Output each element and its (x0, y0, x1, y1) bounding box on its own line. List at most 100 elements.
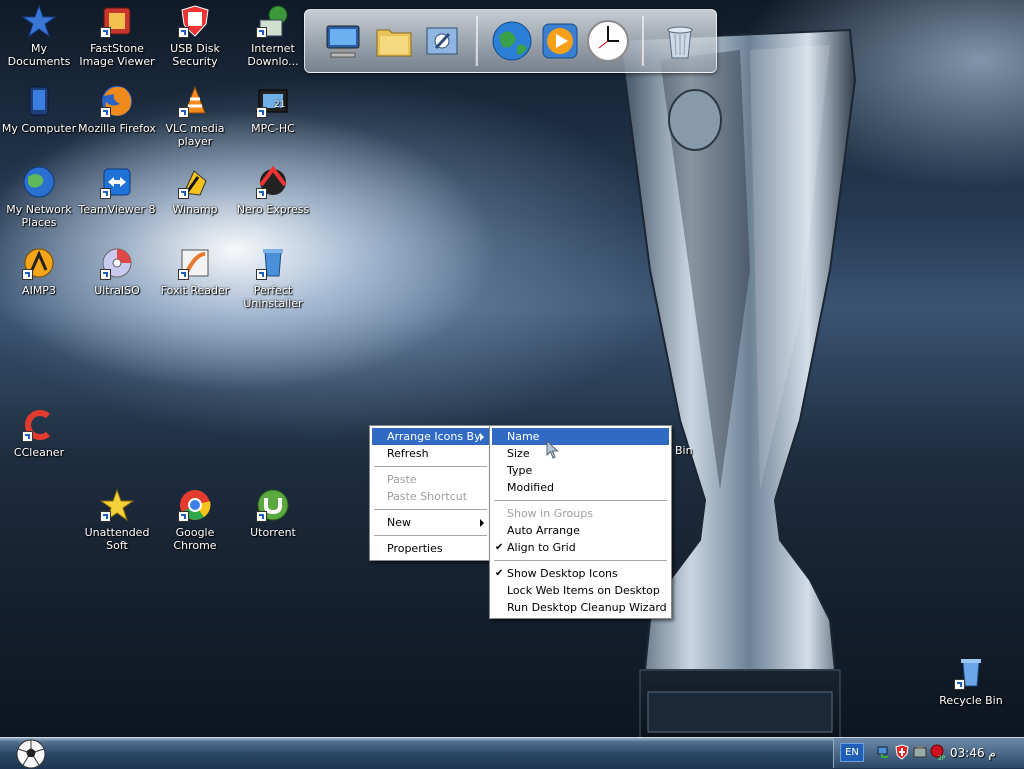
menu-item-name[interactable]: Name (492, 428, 669, 445)
desktop-icon-label: UltraISO (94, 284, 140, 297)
menu-separator (374, 466, 487, 467)
menu-item-label: Modified (507, 481, 554, 494)
menu-item-label: Paste (387, 473, 417, 486)
menu-item-auto-arrange[interactable]: Auto Arrange (492, 522, 669, 539)
desktop-icon-label: CCleaner (13, 446, 65, 459)
desktop-icon-usb-disk-security[interactable]: USB Disk Security (156, 4, 234, 68)
desktop-icon-ultraiso[interactable]: UltraISO (78, 246, 156, 297)
desktop-icon-faststone-image-viewer[interactable]: FastStone Image Viewer (78, 4, 156, 68)
desktop-icon-unattended-soft[interactable]: Unattended Soft (78, 488, 156, 552)
desktop-icon-mozilla-firefox[interactable]: Mozilla Firefox (78, 84, 156, 135)
dock-globe-icon[interactable] (489, 18, 535, 64)
menu-separator (374, 535, 487, 536)
menu-item-label: Show in Groups (507, 507, 593, 520)
shortcut-arrow-icon (256, 188, 267, 199)
desktop-icon-foxit-reader[interactable]: Foxit Reader (156, 246, 234, 297)
menu-item-properties[interactable]: Properties (372, 540, 489, 557)
dock-clock-icon[interactable] (585, 18, 631, 64)
menu-item-show-in-groups[interactable]: Show in Groups (492, 505, 669, 522)
menu-item-label: Paste Shortcut (387, 490, 468, 503)
image-viewer-icon (100, 4, 134, 38)
film-icon: 21 (256, 84, 290, 118)
dock-separator (475, 16, 478, 66)
menu-item-label: Arrange Icons By (387, 430, 481, 443)
desktop-icon-my-computer[interactable]: My Computer (0, 84, 78, 135)
desktop-icon-my-documents[interactable]: My Documents (0, 4, 78, 68)
start-button-soccer-ball-icon[interactable] (16, 739, 46, 769)
desktop-icon-aimp3[interactable]: AIMP3 (0, 246, 78, 297)
menu-item-show-desktop-icons[interactable]: Show Desktop Icons ✔ (492, 565, 669, 582)
menu-item-type[interactable]: Type (492, 462, 669, 479)
shortcut-arrow-icon (256, 27, 267, 38)
desktop-icon-vlc-media-player[interactable]: VLC media player (156, 84, 234, 148)
antivirus-shield-icon[interactable] (894, 744, 910, 760)
dock-recycle-bin-icon[interactable] (657, 18, 703, 64)
nero-icon (256, 165, 290, 199)
ccleaner-icon (22, 408, 56, 442)
language-indicator[interactable]: EN (840, 743, 864, 762)
trophy-wallpaper (618, 28, 857, 740)
menu-item-arrange-icons-by[interactable]: Arrange Icons By (372, 428, 489, 445)
desktop-icon-internet-downlo[interactable]: Internet Downlo... (234, 4, 312, 68)
menu-item-label: Refresh (387, 447, 429, 460)
desktop-icon-teamviewer-8[interactable]: TeamViewer 8 (78, 165, 156, 216)
menu-item-new[interactable]: New (372, 514, 489, 531)
menu-separator (494, 500, 667, 501)
download-globe-icon (256, 4, 290, 38)
desktop-icon-label: My Computer (1, 122, 77, 135)
desktop-icon-ccleaner[interactable]: CCleaner (0, 408, 78, 459)
teamviewer-icon (100, 165, 134, 199)
shortcut-arrow-icon (22, 269, 33, 280)
dock-media-player-icon[interactable] (537, 18, 583, 64)
safely-remove-icon[interactable] (912, 744, 928, 760)
desktop-icon-google-chrome[interactable]: Google Chrome (156, 488, 234, 552)
menu-item-label: Name (507, 430, 540, 443)
desktop-icon-utorrent[interactable]: Utorrent (234, 488, 312, 539)
desktop-icon-label: Google Chrome (173, 526, 217, 552)
computer-icon (22, 84, 56, 118)
checkmark-icon: ✔ (495, 568, 504, 579)
uninstaller-icon (256, 246, 290, 280)
dock-folder-icon[interactable] (371, 18, 417, 64)
menu-item-run-desktop-cleanup-wizard[interactable]: Run Desktop Cleanup Wizard (492, 599, 669, 616)
desktop-icon-label: VLC media player (165, 122, 225, 148)
desktop-icon-nero-express[interactable]: Nero Express (234, 165, 312, 216)
menu-item-paste-shortcut[interactable]: Paste Shortcut (372, 488, 489, 505)
shortcut-arrow-icon (100, 188, 111, 199)
dock-computer-icon[interactable] (321, 18, 367, 64)
desktop-icon-label: Mozilla Firefox (78, 122, 156, 135)
dock-separator-2 (641, 16, 644, 66)
shortcut-arrow-icon (100, 27, 111, 38)
menu-item-refresh[interactable]: Refresh (372, 445, 489, 462)
menu-item-lock-web-items-on-desktop[interactable]: Lock Web Items on Desktop (492, 582, 669, 599)
star-shortcut-icon (100, 488, 134, 522)
desktop-icon-perfect-uninstaller[interactable]: Perfect Uninstaller (234, 246, 312, 310)
network-globe-icon (22, 165, 56, 199)
dock-control-panel-icon[interactable] (419, 18, 465, 64)
desktop-icon-recycle-bin[interactable]: Recycle Bin (932, 656, 1010, 707)
desktop-icon-label: Perfect Uninstaller (243, 284, 303, 310)
tray-app-icon[interactable]: 2P (929, 744, 945, 760)
menu-item-label: Size (507, 447, 530, 460)
network-icon[interactable] (876, 744, 892, 760)
desktop-icon-label: TeamViewer 8 (78, 203, 156, 216)
menu-item-paste[interactable]: Paste (372, 471, 489, 488)
desktop-icon-winamp[interactable]: Winamp (156, 165, 234, 216)
shield-icon (178, 4, 212, 38)
desktop-icon-my-network-places[interactable]: My Network Places (0, 165, 78, 229)
recycle-bin-icon (954, 656, 988, 690)
foxit-icon (178, 246, 212, 280)
desktop-icon-label: Internet Downlo... (247, 42, 299, 68)
desktop-icon-mpc-hc[interactable]: 21 MPC-HC (234, 84, 312, 135)
menu-separator (374, 509, 487, 510)
menu-item-align-to-grid[interactable]: Align to Grid ✔ (492, 539, 669, 556)
top-dock (304, 9, 717, 73)
checkmark-icon: ✔ (495, 542, 504, 553)
menu-item-label: Auto Arrange (507, 524, 580, 537)
desktop-icon-label: My Network Places (6, 203, 72, 229)
taskbar-clock[interactable]: 03:46 م (950, 745, 1010, 761)
shortcut-arrow-icon (256, 511, 267, 522)
menu-item-size[interactable]: Size (492, 445, 669, 462)
desktop-icon-label: Utorrent (250, 526, 296, 539)
menu-item-modified[interactable]: Modified (492, 479, 669, 496)
